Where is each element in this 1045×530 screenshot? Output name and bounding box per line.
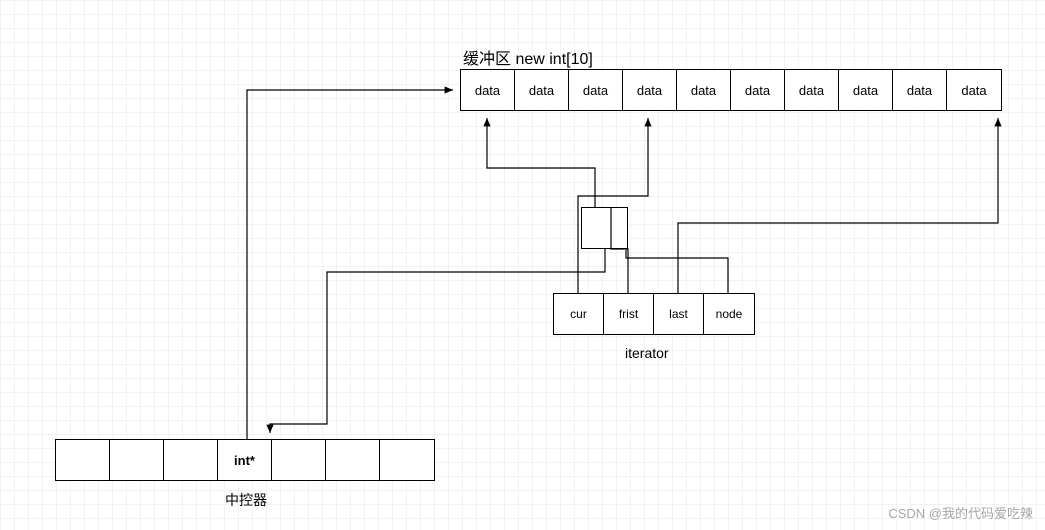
iterator-first: frist [604, 294, 654, 334]
iterator-last: last [654, 294, 704, 334]
controller-cell [326, 440, 380, 480]
controller-array: int* [55, 439, 435, 481]
buffer-cell: data [785, 70, 839, 110]
buffer-cell: data [461, 70, 515, 110]
buffer-array: data data data data data data data data … [460, 69, 1002, 111]
buffer-cell: data [677, 70, 731, 110]
iterator-label: iterator [625, 345, 669, 361]
controller-cell [380, 440, 434, 480]
controller-cell [164, 440, 218, 480]
iterator-struct: cur frist last node [553, 293, 755, 335]
buffer-title: 缓冲区 new int[10] [463, 45, 593, 69]
iterator-node: node [704, 294, 754, 334]
controller-label: 中控器 [225, 490, 267, 510]
buffer-cell: data [947, 70, 1001, 110]
watermark: CSDN @我的代码爱吃辣 [888, 503, 1033, 522]
controller-cell [56, 440, 110, 480]
buffer-cell: data [515, 70, 569, 110]
controller-cell [272, 440, 326, 480]
iterator-cur: cur [554, 294, 604, 334]
buffer-cell: data [839, 70, 893, 110]
controller-int-pointer: int* [218, 440, 272, 480]
buffer-cell: data [893, 70, 947, 110]
buffer-cell: data [569, 70, 623, 110]
buffer-cell: data [623, 70, 677, 110]
controller-cell [110, 440, 164, 480]
buffer-cell: data [731, 70, 785, 110]
node-hook-box [581, 207, 628, 249]
